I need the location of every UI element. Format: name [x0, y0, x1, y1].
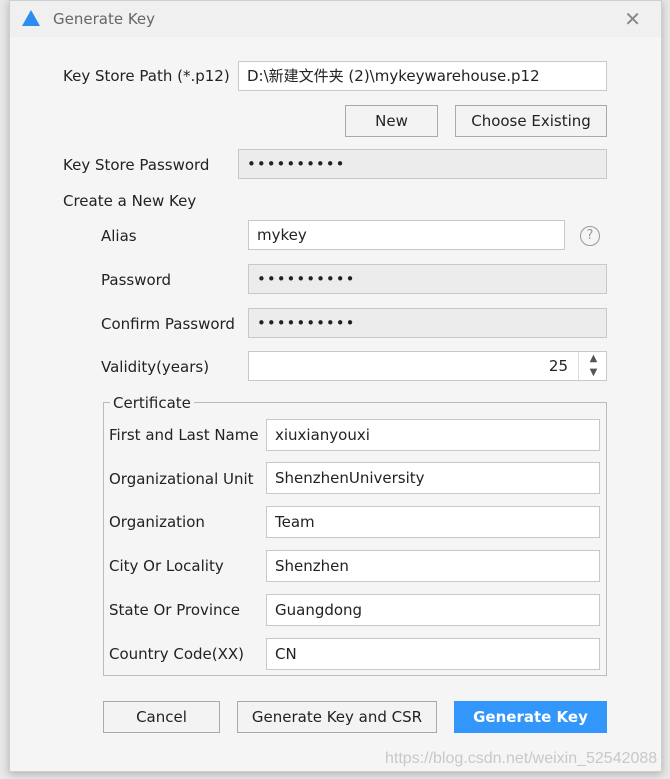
title-bar: Generate Key ✕ [10, 1, 661, 37]
validity-spinner[interactable]: ▲ ▼ [578, 352, 608, 382]
state-input[interactable]: Guangdong [266, 594, 600, 626]
validity-label: Validity(years) [101, 358, 210, 376]
password-input[interactable]: •••••••••• [248, 264, 607, 294]
new-button[interactable]: New [345, 105, 438, 137]
cert-label: Organization [109, 513, 205, 531]
keystore-password-input[interactable]: •••••••••• [238, 149, 607, 179]
new-key-heading: Create a New Key [63, 192, 197, 210]
dialog-title: Generate Key [53, 10, 156, 28]
alias-input[interactable]: mykey [248, 220, 565, 250]
app-logo-icon [22, 10, 40, 26]
generate-key-dialog: Generate Key ✕ Key Store Path (*.p12) D:… [9, 0, 662, 772]
cert-label: City Or Locality [109, 557, 224, 575]
generate-key-csr-button[interactable]: Generate Key and CSR [237, 701, 437, 733]
generate-key-button[interactable]: Generate Key [454, 701, 607, 733]
confirm-password-label: Confirm Password [101, 315, 235, 333]
country-code-input[interactable]: CN [266, 638, 600, 670]
close-icon[interactable]: ✕ [624, 7, 641, 31]
watermark: https://blog.csdn.net/weixin_52542088 [385, 750, 658, 767]
first-last-name-input[interactable]: xiuxianyouxi [266, 419, 600, 451]
keystore-password-label: Key Store Password [63, 156, 210, 174]
alias-label: Alias [101, 227, 137, 245]
city-input[interactable]: Shenzhen [266, 550, 600, 582]
cancel-button[interactable]: Cancel [103, 701, 220, 733]
org-unit-input[interactable]: ShenzhenUniversity [266, 462, 600, 494]
certificate-title: Certificate [110, 394, 194, 412]
choose-existing-button[interactable]: Choose Existing [455, 105, 607, 137]
password-label: Password [101, 271, 172, 289]
cert-label: State Or Province [109, 601, 241, 619]
spin-up-icon[interactable]: ▲ [579, 352, 608, 366]
keystore-path-input[interactable]: D:\新建文件夹 (2)\mykeywarehouse.p12 [238, 61, 607, 91]
help-icon[interactable]: ? [580, 226, 600, 246]
validity-input[interactable]: 25 [248, 351, 607, 381]
organization-input[interactable]: Team [266, 506, 600, 538]
keystore-path-label: Key Store Path (*.p12) [63, 67, 230, 85]
spin-down-icon[interactable]: ▼ [579, 366, 608, 380]
confirm-password-input[interactable]: •••••••••• [248, 308, 607, 338]
cert-label: Country Code(XX) [109, 645, 245, 663]
cert-label: Organizational Unit [109, 470, 254, 488]
cert-label: First and Last Name [109, 426, 259, 444]
